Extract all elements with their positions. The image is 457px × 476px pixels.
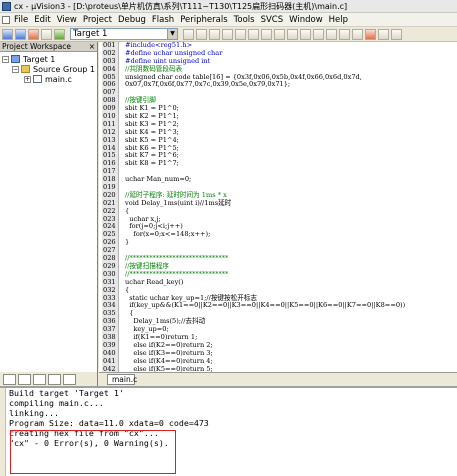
output-line: Build target 'Target 1' (9, 388, 124, 398)
uncomment-icon[interactable] (313, 28, 324, 40)
copy-icon[interactable] (222, 28, 233, 40)
app-icon (2, 1, 11, 11)
workspace-titlebar: Project Workspace × (0, 42, 97, 52)
menu-window[interactable]: Window (286, 15, 326, 25)
code-line[interactable]: 025 for(x=0;x<=148;x++); (102, 230, 457, 240)
code-editor[interactable]: 001 #include<reg51.h> 002 #define uchar uns… (99, 42, 457, 372)
tree-file-label: main.c (45, 74, 72, 84)
close-icon[interactable]: × (89, 42, 97, 51)
workspace-title: Project Workspace (2, 42, 72, 51)
code-text: 0x07,0x7f,0x6f,0x77,0x7c,0x39,0x5e,0x79,… (125, 80, 291, 89)
menu-flash[interactable]: Flash (149, 15, 177, 25)
menu-tools[interactable]: Tools (231, 15, 258, 25)
templates-tab-icon[interactable] (63, 373, 76, 385)
regs-tab-icon[interactable] (18, 373, 31, 385)
menu-svcs[interactable]: SVCS (258, 15, 287, 25)
manage-components-icon[interactable] (209, 28, 220, 40)
build-output: Build target 'Target 1' compiling main.c… (0, 386, 457, 476)
target-select-value: Target 1 (73, 29, 108, 39)
output-line: compiling main.c... (9, 398, 104, 408)
editor-tabs: main.c (99, 372, 457, 386)
indent-icon[interactable] (274, 28, 285, 40)
code-text: } (125, 238, 130, 247)
highlight-annotation (10, 430, 176, 474)
books-tab-icon[interactable] (33, 373, 46, 385)
output-line: linking... (9, 408, 59, 418)
bookmark-icon[interactable] (326, 28, 337, 40)
target-icon (11, 55, 20, 63)
menu-peripherals[interactable]: Peripherals (177, 15, 230, 25)
find-icon[interactable] (339, 28, 350, 40)
breakpoint-icon[interactable] (378, 28, 389, 40)
files-tab-icon[interactable] (3, 373, 16, 385)
tree-item-file[interactable]: + main.c (0, 74, 97, 84)
menu-file[interactable]: File (11, 15, 31, 25)
output-sidebar (0, 388, 6, 476)
code-line[interactable]: 018 uchar Man_num=0; (102, 175, 457, 185)
stop-build-icon[interactable] (41, 28, 52, 40)
title-bar: cx - µVision3 - [D:\proteus\单片机仿真\系列\T11… (0, 0, 457, 13)
tree-target-label: Target 1 (23, 54, 56, 64)
output-line: Program Size: data=11.0 xdata=0 code=473 (9, 418, 209, 428)
folder-icon (21, 65, 30, 73)
tab-label: main.c (112, 375, 138, 384)
code-line[interactable]: 021 void Delay_1ms(uint i)//1ms延时 (102, 198, 457, 208)
code-line[interactable]: 016 sbit K8 = P1^7; (102, 159, 457, 169)
tree-item-source-group[interactable]: − Source Group 1 (0, 64, 97, 74)
menu-edit[interactable]: Edit (31, 15, 53, 25)
undo-icon[interactable] (248, 28, 259, 40)
functions-tab-icon[interactable] (48, 373, 61, 385)
redo-icon[interactable] (261, 28, 272, 40)
tree-item-target[interactable]: − Target 1 (0, 54, 97, 64)
download-icon[interactable] (54, 28, 65, 40)
code-line[interactable]: 006 0x07,0x7f,0x6f,0x77,0x7c,0x39,0x5e,0x… (102, 80, 457, 90)
code-text: uchar Man_num=0; (125, 175, 192, 184)
search-icon[interactable] (352, 28, 363, 40)
code-text: for(x=0;x<=148;x++); (125, 230, 211, 239)
comment-icon[interactable] (300, 28, 311, 40)
debug-icon[interactable] (365, 28, 376, 40)
menu-bar: File Edit View Project Debug Flash Perip… (0, 13, 457, 27)
paste-icon[interactable] (235, 28, 246, 40)
window-title: cx - µVision3 - [D:\proteus\单片机仿真\系列\T11… (14, 1, 348, 11)
menu-debug[interactable]: Debug (115, 15, 149, 25)
expand-icon[interactable]: + (24, 75, 31, 83)
tab-main-c[interactable]: main.c (107, 374, 138, 385)
rebuild-icon[interactable] (28, 28, 39, 40)
tree-group-label: Source Group 1 (33, 64, 96, 74)
document-icon (2, 15, 10, 24)
code-line[interactable]: 034 if(key_up&&(K1==0||K2==0||K3==0||K4=… (102, 301, 457, 311)
code-lines: 001 #include<reg51.h> 002 #define uchar uns… (102, 42, 457, 372)
menu-help[interactable]: Help (326, 15, 351, 25)
collapse-icon[interactable]: − (12, 65, 19, 73)
code-text: if(key_up&&(K1==0||K2==0||K3==0||K4==0||… (125, 301, 406, 310)
code-text: sbit K8 = P1^7; (125, 159, 179, 168)
workspace-tabs (0, 372, 98, 386)
chevron-down-icon[interactable]: ▼ (167, 29, 177, 39)
translate-icon[interactable] (2, 28, 13, 40)
build-icon[interactable] (15, 28, 26, 40)
code-line[interactable]: 031 uchar Read_key() (102, 277, 457, 287)
configure-icon[interactable] (391, 28, 402, 40)
collapse-icon[interactable]: − (2, 55, 9, 63)
menu-view[interactable]: View (54, 15, 80, 25)
target-options-icon[interactable] (183, 28, 194, 40)
code-text: uchar Read_key() (125, 277, 184, 286)
target-select[interactable]: Target 1 ▼ (70, 28, 178, 40)
code-text: void Delay_1ms(uint i)//1ms延时 (125, 198, 232, 207)
file-extensions-icon[interactable] (196, 28, 207, 40)
unindent-icon[interactable] (287, 28, 298, 40)
file-icon (33, 75, 42, 83)
build-toolbar: Target 1 ▼ (0, 27, 457, 42)
project-workspace: Project Workspace × − Target 1 − Source … (0, 42, 98, 372)
menu-project[interactable]: Project (80, 15, 115, 25)
code-line[interactable]: 026} (102, 238, 457, 248)
